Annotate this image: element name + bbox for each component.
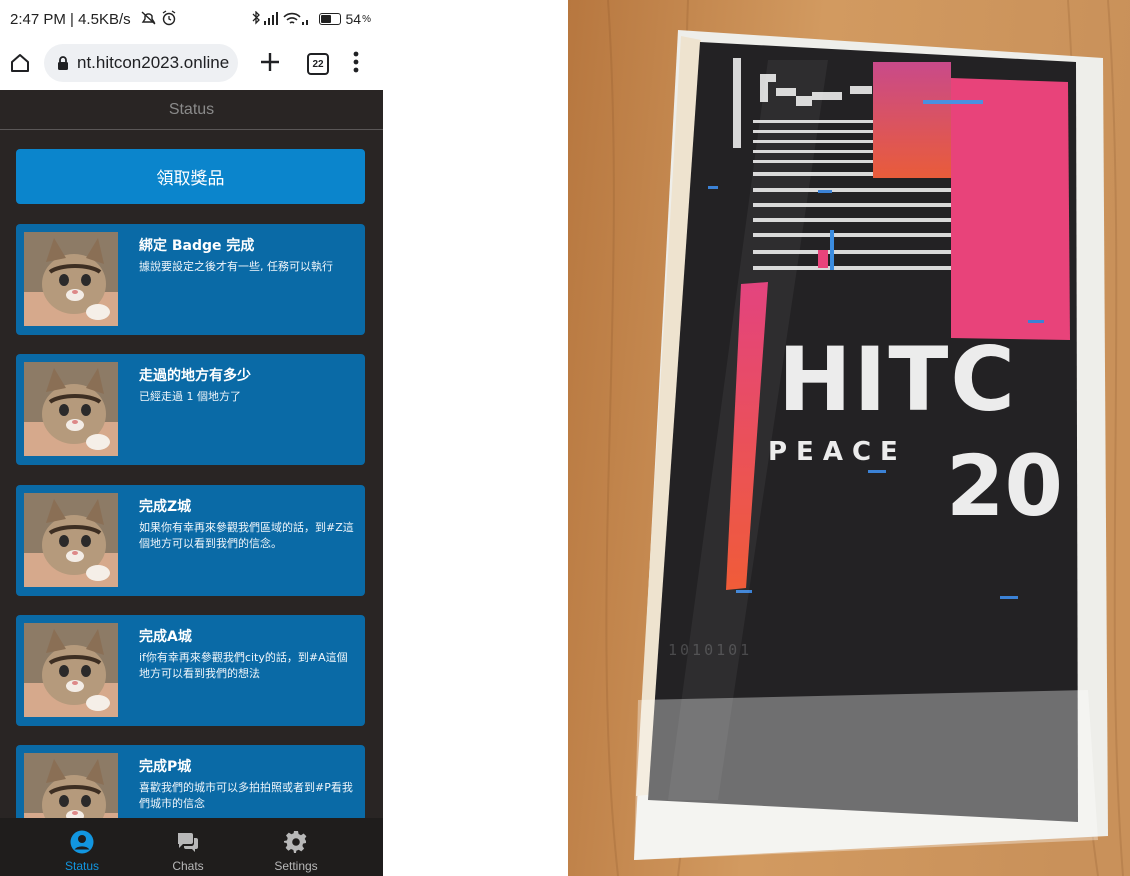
towel-photo: HITC PEACE 20 1010101 xyxy=(568,0,1130,876)
signal-wifi-icon xyxy=(252,11,308,25)
card-title: 綁定 Badge 完成 xyxy=(139,238,255,254)
pink-panel xyxy=(951,78,1070,340)
gear-icon xyxy=(284,831,307,853)
pink-block xyxy=(873,62,951,178)
chat-bubbles-icon xyxy=(178,833,198,852)
kitten-thumbnail xyxy=(24,232,118,326)
battery-percent: 54 xyxy=(345,11,362,27)
card-title: 完成A城 xyxy=(139,629,192,645)
nav-settings[interactable]: Settings xyxy=(256,818,336,876)
status-icons: 54% xyxy=(250,11,371,27)
card-title: 完成P城 xyxy=(139,759,192,775)
card-description: 如果你有幸再來參觀我們區域的話，到#Z這個地方可以看到我們的信念。 xyxy=(139,521,354,550)
new-tab-plus-icon[interactable] xyxy=(258,50,282,74)
mute-alarm-icons xyxy=(140,10,180,30)
card-description: if你有幸再來參觀我們city的話，到#A這個地方可以看到我們的想法 xyxy=(139,651,348,680)
home-icon[interactable] xyxy=(8,51,32,75)
mission-card[interactable]: 走過的地方有多少 已經走過 1 個地方了 xyxy=(16,354,365,465)
year-text: 20 xyxy=(946,437,1063,535)
nav-status[interactable]: Status xyxy=(42,818,122,876)
claim-prize-button[interactable]: 領取獎品 xyxy=(16,149,365,204)
mission-card[interactable]: 綁定 Badge 完成據說要設定之後才有一些, 任務可以執行 xyxy=(16,224,365,335)
hitcon-logo-text: HITC xyxy=(778,328,1017,431)
status-time: 2:47 PM | 4.5KB/s xyxy=(10,11,131,28)
card-description: 已經走過 1 個地方了 xyxy=(139,390,241,403)
lock-icon xyxy=(57,55,69,71)
tab-count: 22 xyxy=(312,58,324,70)
phone-screenshot: 2:47 PM | 4.5KB/s 54% nt.hitcon2023.onli… xyxy=(0,0,383,876)
hitcon-towel-illustration: HITC PEACE 20 1010101 xyxy=(568,0,1130,876)
tab-switcher-button[interactable]: 22 xyxy=(307,53,329,75)
mission-card[interactable]: 完成A城 if你有幸再來參觀我們city的話，到#A這個地方可以看到我們的想法 xyxy=(16,615,365,726)
address-bar[interactable]: nt.hitcon2023.online xyxy=(44,44,238,82)
card-description: 喜歡我們的城市可以多拍拍照或者到#P看我們城市的信念 xyxy=(139,781,353,810)
status-bar: 2:47 PM | 4.5KB/s 54% xyxy=(0,0,383,38)
nav-label: Chats xyxy=(172,859,204,873)
bottom-navigation: Status Chats Settings xyxy=(0,818,383,876)
card-description: 據說要設定之後才有一些, 任務可以執行 xyxy=(139,260,333,273)
kitten-thumbnail xyxy=(24,493,118,587)
url-text: nt.hitcon2023.online xyxy=(77,53,230,72)
battery-icon xyxy=(318,13,341,25)
peace-text: PEACE xyxy=(768,437,907,467)
nav-chats[interactable]: Chats xyxy=(148,818,228,876)
kitten-thumbnail xyxy=(24,362,118,456)
person-icon xyxy=(70,830,94,854)
card-title: 完成Z城 xyxy=(139,499,192,515)
mission-card[interactable]: 完成Z城如果你有幸再來參觀我們區域的話，到#Z這個地方可以看到我們的信念。 xyxy=(16,485,365,596)
nav-label: Settings xyxy=(274,859,318,873)
card-title: 走過的地方有多少 xyxy=(139,368,251,384)
page-title: Status xyxy=(0,90,383,130)
overflow-menu-icon[interactable] xyxy=(350,50,362,74)
nav-label: Status xyxy=(64,859,100,873)
kitten-thumbnail xyxy=(24,623,118,717)
